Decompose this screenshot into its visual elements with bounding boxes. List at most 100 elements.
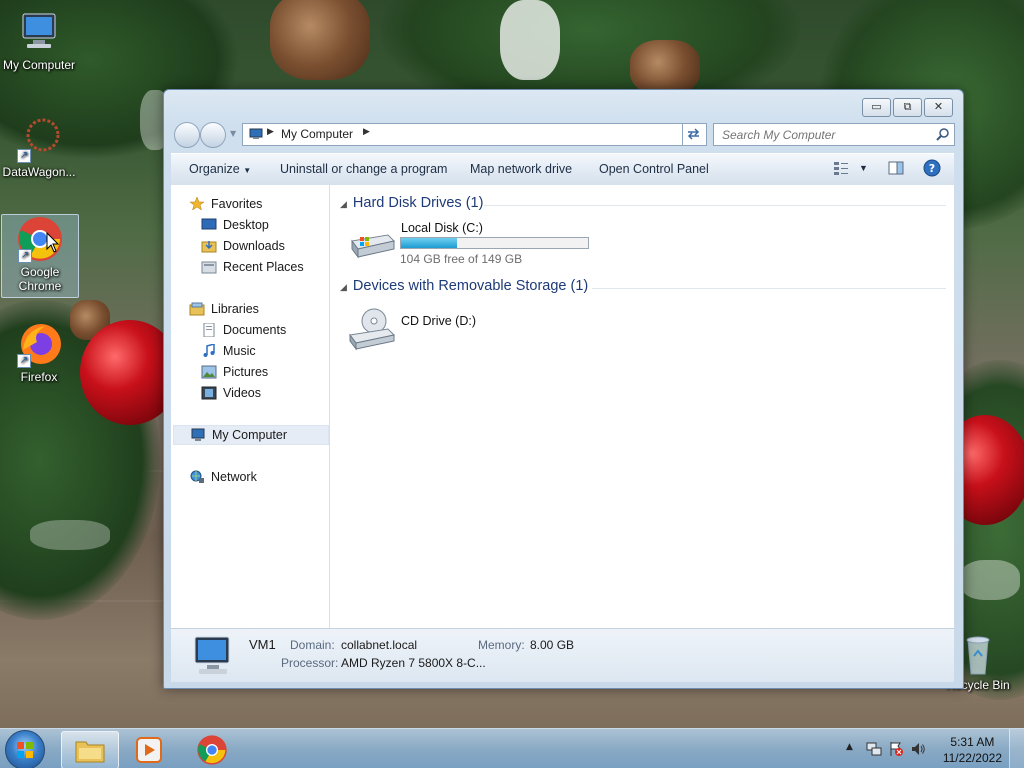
computer-icon (15, 8, 63, 56)
processor-value: AMD Ryzen 7 5800X 8-C... (341, 656, 486, 670)
nav-label: Network (211, 470, 257, 484)
group-header-hard-disk-drives[interactable]: ◢ Hard Disk Drives (1) (340, 195, 483, 211)
nav-videos[interactable]: Videos (201, 383, 261, 403)
show-hidden-icons-button[interactable]: ▲ (846, 742, 853, 752)
search-icon[interactable] (936, 127, 950, 141)
disk-usage-fill (401, 238, 458, 248)
cd-drive-icon (349, 308, 396, 351)
recent-pages-chevron-icon[interactable]: ▼ (230, 129, 236, 138)
change-view-button[interactable] (833, 160, 849, 179)
search-box (713, 123, 955, 146)
maximize-button[interactable]: ⧉ (893, 98, 922, 117)
nav-my-computer[interactable]: My Computer (173, 425, 329, 445)
map-network-drive-button[interactable]: Map network drive (470, 162, 572, 176)
media-player-icon (136, 737, 162, 763)
drive-name: CD Drive (D:) (401, 314, 476, 328)
svg-text:?: ? (929, 162, 935, 175)
desktop-icon-google-chrome[interactable]: ↗ Google Chrome (1, 214, 79, 298)
clock-date: 11/22/2022 (942, 751, 1002, 765)
nav-label: Desktop (223, 218, 269, 232)
refresh-button[interactable] (682, 123, 707, 146)
nav-label: Libraries (211, 302, 259, 316)
help-icon: ? (923, 159, 941, 177)
explorer-window: ▭ ⧉ ✕ ▼ ▶ My Computer ▶ ▼ Organize ▼ Uni… (163, 89, 964, 689)
nav-documents[interactable]: Documents (201, 320, 286, 340)
folder-icon (75, 741, 105, 763)
domain-label: Domain: (290, 638, 335, 652)
drive-free-space: 104 GB free of 149 GB (400, 252, 523, 266)
window-controls: ▭ ⧉ ✕ (862, 98, 953, 117)
computer-small-icon (190, 428, 206, 442)
help-button[interactable]: ? (923, 159, 941, 180)
preview-pane-button[interactable] (888, 160, 904, 179)
system-tray: ▲ 5:31 AM 11/22/2022 (834, 729, 1024, 768)
action-center-flag-icon[interactable] (888, 741, 904, 757)
command-bar: Organize ▼ Uninstall or change a program… (171, 153, 954, 186)
drive-local-disk-c[interactable]: Local Disk (C:) 104 GB free of 149 GB (348, 221, 608, 267)
memory-value: 8.00 GB (530, 638, 575, 652)
back-button[interactable] (174, 122, 200, 148)
mouse-cursor-icon (46, 232, 60, 253)
nav-downloads[interactable]: Downloads (201, 236, 285, 256)
network-tray-icon[interactable] (866, 741, 882, 757)
nav-network[interactable]: Network (189, 467, 257, 487)
uninstall-program-button[interactable]: Uninstall or change a program (280, 162, 447, 176)
start-button[interactable] (5, 730, 45, 768)
breadcrumb-arrow-icon[interactable]: ▶ (363, 127, 370, 137)
nav-label: Videos (223, 386, 261, 400)
taskbar-chrome-button[interactable] (184, 731, 240, 767)
recent-places-icon (201, 260, 217, 274)
group-divider (592, 288, 946, 289)
main-pane: ◢ Hard Disk Drives (1) Local Disk (C:) 10… (330, 185, 954, 628)
desktop-folder-icon (201, 218, 217, 232)
nav-label: Pictures (223, 365, 269, 379)
network-icon (189, 470, 205, 484)
address-location[interactable]: My Computer (281, 127, 353, 141)
nav-favorites[interactable]: Favorites (189, 194, 262, 214)
desktop-icon-firefox[interactable]: ↗ Firefox (1, 320, 77, 384)
desktop-icon-label: DataWagon... (2, 165, 76, 179)
nav-libraries[interactable]: Libraries (189, 299, 259, 319)
libraries-icon (189, 302, 205, 316)
shortcut-arrow-icon: ↗ (18, 249, 32, 263)
nav-label: Recent Places (223, 260, 304, 274)
computer-small-icon (249, 128, 263, 140)
refresh-icon (687, 128, 700, 140)
windows-logo-icon (17, 742, 33, 758)
hard-drive-icon (351, 234, 395, 259)
organize-label: Organize (189, 162, 240, 176)
nav-music[interactable]: Music (201, 341, 256, 361)
desktop-icon-my-computer[interactable]: My Computer (1, 8, 77, 72)
clock[interactable]: 5:31 AM 11/22/2022 (943, 734, 1002, 766)
desktop-icon-datawagon[interactable]: ↗ DataWagon... (1, 115, 77, 179)
open-control-panel-button[interactable]: Open Control Panel (599, 162, 709, 176)
nav-label: Music (223, 344, 256, 358)
taskbar-explorer-button[interactable] (61, 731, 119, 768)
drive-cd-d[interactable]: CD Drive (D:) (348, 305, 528, 351)
computer-large-icon (194, 636, 230, 674)
nav-recent-places[interactable]: Recent Places (201, 257, 304, 277)
desktop-icon-label: Google Chrome (18, 265, 62, 293)
desktop-icon-label: Firefox (20, 370, 58, 384)
minimize-button[interactable]: ▭ (862, 98, 891, 117)
organize-button[interactable]: Organize ▼ (189, 162, 251, 176)
taskbar: ▲ 5:31 AM 11/22/2022 (0, 728, 1024, 768)
group-header-removable-storage[interactable]: ◢ Devices with Removable Storage (1) (340, 278, 588, 294)
address-bar[interactable]: ▶ My Computer ▶ ▼ (242, 123, 707, 146)
nav-pictures[interactable]: Pictures (201, 362, 268, 382)
navigation-pane: Favorites Desktop Downloads Recent Place… (171, 185, 330, 628)
collapse-triangle-icon: ◢ (340, 282, 347, 292)
preview-pane-icon (888, 161, 904, 175)
breadcrumb-arrow-icon[interactable]: ▶ (267, 127, 274, 137)
domain-value: collabnet.local (341, 638, 418, 652)
nav-desktop[interactable]: Desktop (201, 215, 269, 235)
search-input[interactable] (720, 124, 924, 145)
show-desktop-button[interactable] (1009, 729, 1024, 768)
taskbar-media-player-button[interactable] (122, 731, 178, 767)
volume-icon[interactable] (910, 741, 926, 757)
shortcut-arrow-icon: ↗ (17, 149, 31, 163)
forward-button[interactable] (200, 122, 226, 148)
close-button[interactable]: ✕ (924, 98, 953, 117)
view-dropdown-icon[interactable]: ▼ (859, 163, 868, 173)
star-icon (189, 196, 205, 211)
